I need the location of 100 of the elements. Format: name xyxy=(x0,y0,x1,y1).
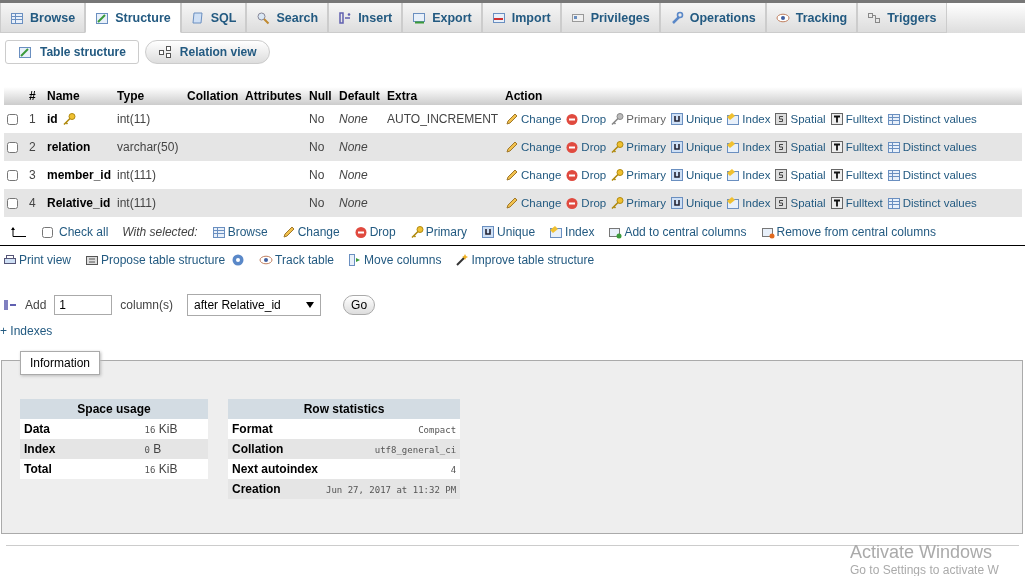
action-link: Primary xyxy=(610,112,666,126)
bulk-action[interactable]: Add to central columns xyxy=(608,225,747,239)
row-checkbox[interactable] xyxy=(7,198,18,210)
table-title: Row statistics xyxy=(228,399,461,419)
row-checkbox[interactable] xyxy=(7,142,18,154)
action-link[interactable]: Index xyxy=(726,140,771,154)
activation-title: Activate Windows xyxy=(850,542,994,563)
column-count-field[interactable]: 1 xyxy=(54,295,113,315)
table-cell: No xyxy=(306,161,337,189)
tool-link[interactable]: Propose table structure xyxy=(85,253,226,267)
add-label: Add xyxy=(25,298,47,312)
row-checkbox[interactable] xyxy=(7,114,18,126)
action-link[interactable]: Change xyxy=(505,168,562,182)
tab[interactable]: Triggers xyxy=(857,3,947,33)
tool-link[interactable]: Track table xyxy=(259,253,334,267)
action-link[interactable]: Distinct values xyxy=(886,196,977,210)
bulk-action[interactable]: Drop xyxy=(353,225,396,239)
export-icon xyxy=(412,10,427,25)
action-link[interactable]: Fulltext xyxy=(829,196,883,210)
stat-value: 16 KiB xyxy=(144,462,178,476)
action-link[interactable]: Primary xyxy=(610,168,666,182)
view-tab[interactable]: Table structure xyxy=(5,40,139,64)
action-link[interactable]: Drop xyxy=(565,140,607,154)
stat-value: Compact xyxy=(418,425,457,435)
letter-t-icon xyxy=(829,140,844,154)
go-button[interactable]: Go xyxy=(343,295,376,315)
key-icon xyxy=(610,112,625,126)
tab[interactable]: Tracking xyxy=(765,3,858,33)
check-all[interactable]: Check all xyxy=(42,225,109,239)
letter-u-icon xyxy=(481,225,496,239)
corner-arrow-icon xyxy=(10,225,28,239)
indexes-link[interactable]: + Indexes xyxy=(0,322,53,338)
stat-label: Index xyxy=(20,439,69,459)
action-link[interactable]: Drop xyxy=(565,168,607,182)
letter-s-icon xyxy=(774,140,789,154)
action-link[interactable]: Fulltext xyxy=(829,112,883,126)
action-link[interactable]: Unique xyxy=(669,168,723,182)
bulk-action[interactable]: Unique xyxy=(481,225,536,239)
action-link[interactable]: Index xyxy=(726,112,771,126)
tool-link[interactable]: Move columns xyxy=(348,253,442,267)
search-icon xyxy=(256,10,271,25)
bulk-action[interactable]: Index xyxy=(549,225,595,239)
bulk-action[interactable]: Primary xyxy=(409,225,468,239)
tool-link[interactable]: Print view xyxy=(3,253,71,267)
action-link[interactable]: Distinct values xyxy=(886,168,977,182)
action-link[interactable]: Primary xyxy=(610,140,666,154)
tab[interactable]: Search xyxy=(246,3,329,33)
action-link[interactable]: Spatial xyxy=(774,168,826,182)
bulk-action[interactable]: Remove from central columns xyxy=(760,225,936,239)
column-name: relation xyxy=(47,140,91,154)
action-link[interactable]: Distinct values xyxy=(886,140,977,154)
tab[interactable]: Import xyxy=(481,3,561,33)
tab[interactable]: Operations xyxy=(659,3,766,33)
table-cell: No xyxy=(306,189,337,217)
tool-link[interactable]: Improve table structure xyxy=(455,253,595,267)
action-link[interactable]: Distinct values xyxy=(886,112,977,126)
table-cell: int(111) xyxy=(114,161,185,189)
action-link[interactable]: Change xyxy=(505,112,562,126)
structure-icon xyxy=(95,10,110,25)
pencil-icon xyxy=(505,196,520,210)
letter-u-icon xyxy=(669,140,684,154)
action-link[interactable]: Spatial xyxy=(774,112,826,126)
action-link[interactable]: Unique xyxy=(669,196,723,210)
printer-icon xyxy=(3,253,17,267)
check-all-label[interactable]: Check all xyxy=(59,225,109,239)
position-dropdown[interactable]: after Relative_id xyxy=(187,294,322,316)
action-link[interactable]: Drop xyxy=(565,112,607,126)
action-link[interactable]: Drop xyxy=(565,196,607,210)
table-cell: int(11) xyxy=(114,105,185,133)
action-link[interactable]: Fulltext xyxy=(829,168,883,182)
action-link[interactable]: Unique xyxy=(669,112,723,126)
key-icon xyxy=(610,196,625,210)
row-checkbox[interactable] xyxy=(7,170,18,182)
bulk-action[interactable]: Browse xyxy=(211,225,268,239)
action-link[interactable]: Index xyxy=(726,168,771,182)
row-number: 2 xyxy=(26,133,44,161)
action-link[interactable]: Primary xyxy=(610,196,666,210)
tab[interactable]: SQL xyxy=(180,3,247,33)
table-cell: None xyxy=(336,105,385,133)
tab[interactable]: Browse xyxy=(0,3,86,33)
action-link[interactable]: Change xyxy=(505,140,562,154)
index-icon xyxy=(726,112,741,126)
action-link[interactable]: Index xyxy=(726,196,771,210)
view-tab[interactable]: Relation view xyxy=(144,40,270,64)
action-link[interactable]: Spatial xyxy=(774,196,826,210)
column-header: Attributes xyxy=(242,87,307,105)
table-icon xyxy=(886,140,901,154)
action-link[interactable]: Fulltext xyxy=(829,140,883,154)
action-link[interactable]: Change xyxy=(505,196,562,210)
row-number: 1 xyxy=(26,105,44,133)
tab[interactable]: Privileges xyxy=(560,3,660,33)
stat-label: Data xyxy=(20,419,69,439)
action-link[interactable]: Unique xyxy=(669,140,723,154)
checkbox[interactable] xyxy=(42,226,53,238)
caret-icon xyxy=(306,302,315,308)
bulk-action[interactable]: Change xyxy=(281,225,340,239)
tab[interactable]: Structure xyxy=(85,3,181,33)
action-link[interactable]: Spatial xyxy=(774,140,826,154)
tab[interactable]: Insert xyxy=(328,3,403,33)
tab[interactable]: Export xyxy=(402,3,482,33)
